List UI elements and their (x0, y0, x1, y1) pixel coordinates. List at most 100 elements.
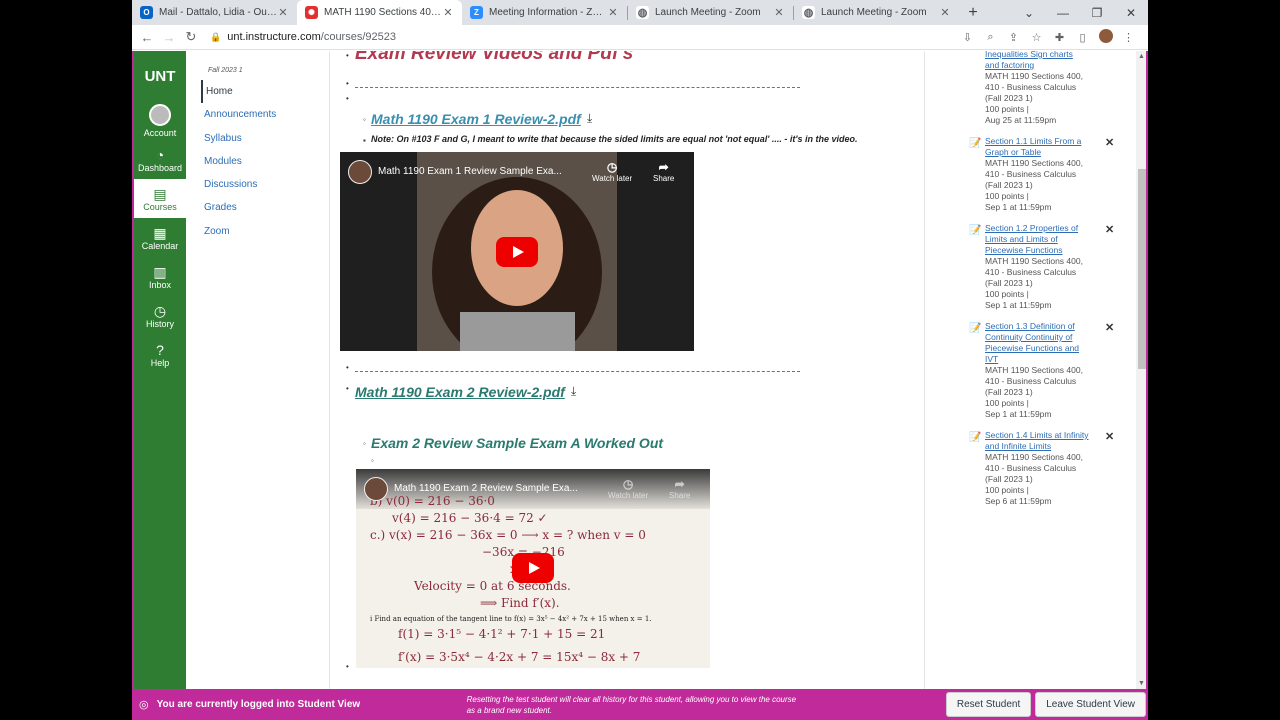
course-nav-modules[interactable]: Modules (204, 150, 329, 173)
todo-title-link[interactable]: Section 1.1 Limits From a Graph or Table (985, 136, 1089, 158)
nav-label: Inbox (148, 279, 172, 290)
kebab-menu-icon[interactable]: ⋮ (1117, 31, 1140, 44)
extensions-icon[interactable]: ✚ (1048, 31, 1071, 44)
zoom-lens-icon[interactable]: ⌕ (979, 31, 1002, 44)
tab-launch-meeting-1[interactable]: ◍ Launch Meeting - Zoom ✕ (628, 0, 793, 25)
share-arrow-icon: ➦ (658, 160, 669, 174)
reload-icon[interactable]: ↻ (180, 29, 202, 45)
channel-avatar[interactable] (348, 160, 372, 184)
todo-title-link[interactable]: Section 1.2 Properties of Limits and Lim… (985, 223, 1089, 256)
solution-line: i Find an equation of the tangent line t… (370, 615, 652, 623)
scroll-down-icon[interactable]: ▼ (1138, 680, 1145, 687)
dashed-divider (355, 371, 800, 372)
scroll-thumb[interactable] (1138, 169, 1146, 369)
globe-icon: ◍ (636, 6, 649, 19)
course-nav-announcements[interactable]: Announcements (204, 103, 329, 126)
close-icon[interactable]: ✕ (939, 6, 951, 19)
globe-icon: ◍ (802, 6, 815, 19)
list-bullet: ▪ (363, 136, 366, 145)
todo-title-link[interactable]: Section 1.3 Definition of Continuity Con… (985, 321, 1089, 365)
todo-course: MATH 1190 Sections 400, 410 - Business C… (985, 71, 1083, 103)
tab-launch-meeting-2[interactable]: ◍ Launch Meeting - Zoom ✕ (794, 0, 959, 25)
nav-label: Help (150, 357, 170, 368)
dismiss-icon[interactable]: ✕ (1105, 321, 1114, 334)
list-bullet: • (346, 79, 349, 88)
minimize-icon[interactable]: — (1046, 0, 1080, 25)
share-label: Share (669, 491, 691, 500)
tab-canvas-course[interactable]: ✺ MATH 1190 Sections 400, 410 - ✕ (297, 0, 462, 25)
forward-arrow-icon[interactable]: → (158, 30, 180, 45)
channel-avatar[interactable] (364, 477, 388, 501)
logo-text: UNT (144, 67, 176, 85)
dismiss-icon[interactable]: ✕ (1105, 430, 1114, 443)
video-title[interactable]: Math 1190 Exam 1 Review Sample Exa... (378, 166, 562, 177)
sample-exam-heading: Exam 2 Review Sample Exam A Worked Out (371, 435, 664, 451)
watch-later-button[interactable]: ◷ Watch later (608, 477, 648, 500)
nav-dashboard[interactable]: ◔ Dashboard (134, 140, 186, 179)
todo-title-link[interactable]: Inequalities Sign charts and factoring (985, 51, 1089, 71)
nav-help[interactable]: ? Help (134, 335, 186, 374)
exam1-pdf-link[interactable]: Math 1190 Exam 1 Review-2.pdf (371, 111, 581, 127)
todo-title-link[interactable]: Section 1.4 Limits at Infinity and Infin… (985, 430, 1089, 452)
course-nav-discussions[interactable]: Discussions (204, 173, 329, 196)
canvas-page: UNT Account ◔ Dashboard ▤ Courses ▦ Cale… (132, 51, 1148, 689)
nav-calendar[interactable]: ▦ Calendar (134, 218, 186, 257)
close-icon[interactable]: ✕ (773, 6, 785, 19)
chevron-down-icon[interactable]: ⌄ (1012, 0, 1046, 25)
play-button[interactable] (496, 237, 538, 267)
tab-zoom-meeting-info[interactable]: Z Meeting Information - Zoom ✕ (462, 0, 627, 25)
bookmark-star-icon[interactable]: ☆ (1025, 31, 1048, 44)
dismiss-icon[interactable]: ✕ (1105, 136, 1114, 149)
back-arrow-icon[interactable]: ← (136, 30, 158, 45)
page-scrollbar[interactable]: ▲ ▼ (1136, 51, 1146, 689)
todo-item: Inequalities Sign charts and factoring M… (985, 51, 1125, 126)
play-button[interactable] (512, 553, 554, 583)
watch-later-button[interactable]: ◷ Watch later (592, 160, 632, 183)
nav-history[interactable]: ◷ History (134, 296, 186, 335)
history-icon: ◷ (153, 302, 167, 319)
unt-logo[interactable]: UNT (134, 51, 186, 101)
course-nav-syllabus[interactable]: Syllabus (204, 127, 329, 150)
exam2-pdf-link[interactable]: Math 1190 Exam 2 Review-2.pdf (355, 384, 565, 400)
install-icon[interactable]: ⇩ (956, 31, 979, 44)
course-nav-home[interactable]: Home (201, 80, 329, 104)
share-button[interactable]: ➦ Share (653, 160, 674, 183)
nav-courses[interactable]: ▤ Courses (134, 179, 186, 218)
nav-account[interactable]: Account (134, 101, 186, 140)
reset-student-button[interactable]: Reset Student (945, 692, 1032, 717)
nav-inbox[interactable]: ▥ Inbox (134, 257, 186, 296)
close-icon[interactable]: ✕ (442, 6, 454, 19)
tab-outlook[interactable]: O Mail - Dattalo, Lidia - Outlook ✕ (132, 0, 297, 25)
close-icon[interactable]: ✕ (607, 6, 619, 19)
video-title[interactable]: Math 1190 Exam 2 Review Sample Exa... (394, 483, 578, 494)
section-heading: Exam Review Videos and Pdf's (355, 51, 634, 64)
download-icon[interactable]: ⤓ (587, 111, 592, 126)
download-icon[interactable]: ⤓ (571, 384, 576, 399)
close-icon[interactable]: ✕ (277, 6, 289, 19)
solution-line: c.) v(x) = 216 − 36x = 0 ⟶ x = ? when v … (370, 528, 646, 542)
browser-toolbar: ← → ↻ 🔒 unt.instructure.com/courses/9252… (132, 25, 1148, 50)
help-icon: ? (156, 341, 164, 358)
new-tab-button[interactable]: + (959, 0, 987, 25)
address-bar[interactable]: 🔒 unt.instructure.com/courses/92523 (210, 31, 956, 43)
todo-points: 100 points | (985, 191, 1029, 201)
video-exam1[interactable]: Math 1190 Exam 1 Review Sample Exa... ◷ W… (340, 152, 694, 351)
profile-avatar[interactable] (1094, 28, 1117, 46)
todo-item: 📝 ✕ Section 1.2 Properties of Limits and… (969, 223, 1125, 311)
close-window-icon[interactable]: ✕ (1114, 0, 1148, 25)
restore-icon[interactable]: ❐ (1080, 0, 1114, 25)
footer-buttons: Reset Student Leave Student View (942, 692, 1146, 717)
solution-line: b) v(0) = 216 − 36·0 (370, 494, 495, 508)
dismiss-icon[interactable]: ✕ (1105, 223, 1114, 236)
calendar-icon: ▦ (153, 224, 167, 241)
leave-student-view-button[interactable]: Leave Student View (1035, 692, 1146, 717)
course-nav-grades[interactable]: Grades (204, 196, 329, 219)
share-icon[interactable]: ⇪ (1002, 31, 1025, 44)
course-nav-zoom[interactable]: Zoom (204, 220, 329, 243)
video-exam2[interactable]: b) v(0) = 216 − 36·0 v(4) = 216 − 36·4 =… (356, 469, 710, 668)
dashed-divider (355, 87, 800, 88)
scroll-up-icon[interactable]: ▲ (1138, 53, 1145, 60)
sidepanel-icon[interactable]: ▯ (1071, 31, 1094, 44)
global-nav: UNT Account ◔ Dashboard ▤ Courses ▦ Cale… (134, 51, 186, 689)
share-button[interactable]: ➦ Share (669, 477, 690, 500)
